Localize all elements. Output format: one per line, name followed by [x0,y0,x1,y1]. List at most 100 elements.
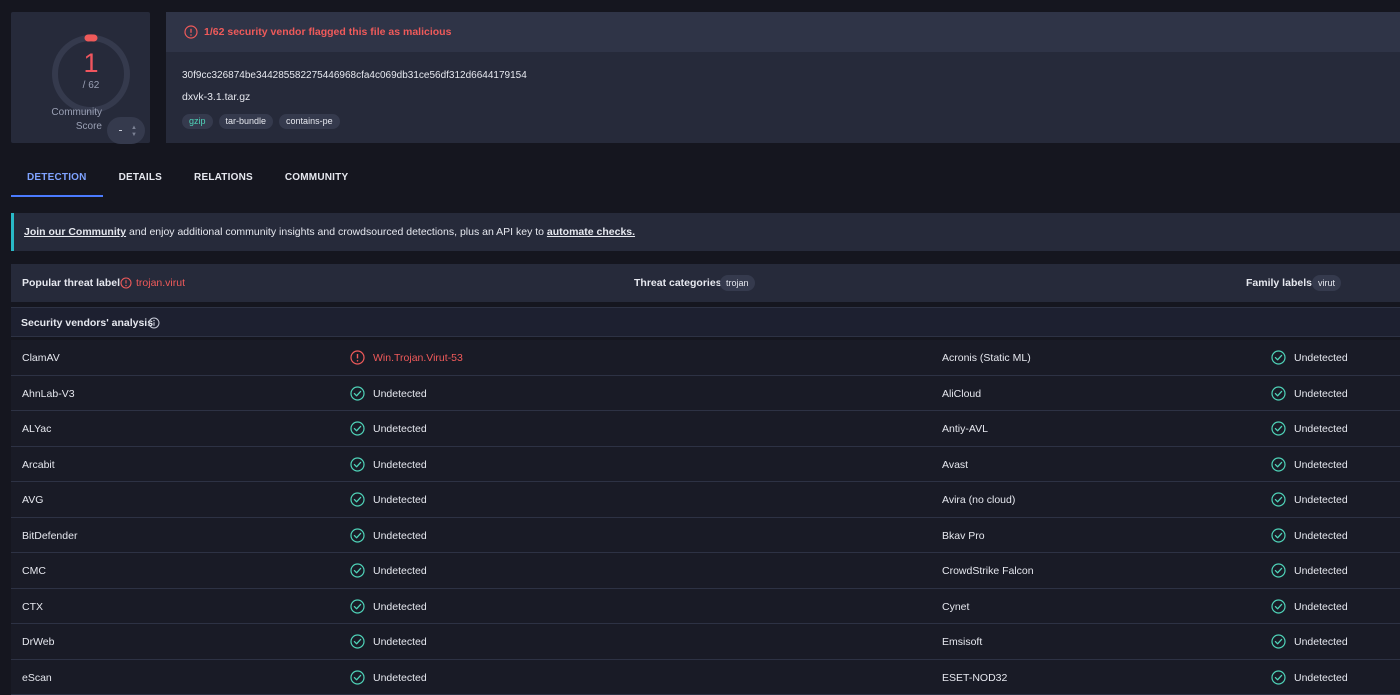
vendor-result: Undetected [1294,671,1348,684]
tab-detection[interactable]: DETECTION [11,160,103,197]
community-vote-control[interactable]: ▲ ▼ [107,117,145,144]
banner-text: Join our Community and enjoy additional … [24,226,636,238]
check-circle-icon [1271,598,1286,614]
check-circle-icon [350,385,365,401]
table-row: AhnLab-V3 Undetected AliCloud Undetected [11,375,1400,411]
vendor-result: Undetected [373,671,427,684]
vote-up-icon[interactable]: ▲ [131,125,137,131]
vendor-result: Undetected [373,529,427,542]
community-score-value [119,130,122,131]
vendor-result: Undetected [1294,387,1348,400]
vendor-result: Undetected [1294,636,1348,648]
vendor-result: Undetected [373,636,427,648]
tag-tar-bundle[interactable]: tar-bundle [218,114,274,129]
tag-gzip[interactable]: gzip [182,114,213,129]
table-row: ClamAV Win.Trojan.Virut-53 Acronis (Static… [11,340,1400,376]
table-row: CTX Undetected Cynet Undetected [11,588,1400,624]
threat-categories-label: Threat categories [634,277,722,289]
file-tags: gzip tar-bundle contains-pe [182,114,340,129]
check-circle-icon [1271,563,1286,578]
vendor-name: Arcabit [22,458,55,471]
vendor-name: CrowdStrike Falcon [942,565,1034,577]
vendors-analysis-title: Security vendors' analysis [21,317,154,329]
vote-down-icon[interactable]: ▼ [131,132,137,138]
vendor-name: AliCloud [942,387,982,400]
report-tabs: DETECTION DETAILS RELATIONS COMMUNITY [11,160,364,197]
popular-threat-label: Popular threat label [22,277,121,289]
vendor-name: BitDefender [22,529,78,542]
vendor-name: CMC [22,565,46,577]
vendor-name: Avast [942,458,969,471]
threat-category-badge[interactable]: trojan [720,275,755,291]
popular-threat-value[interactable]: trojan.virut [136,277,185,289]
table-row: eScan Undetected ESET-NOD32 Undetected [11,659,1400,695]
table-row: ALYac Undetected Antiy-AVL Undetected [11,411,1400,447]
join-community-link[interactable]: Join our Community [24,226,126,238]
check-circle-icon [1271,492,1286,507]
detection-score-card: 1 / 62 Community Score ▲ ▼ [11,12,150,144]
file-info-card: 1/62 security vendor flagged this file a… [166,12,1400,143]
table-row: AVG Undetected Avira (no cloud) Undetected [11,482,1400,518]
vendor-name: Bkav Pro [942,529,985,542]
exclamation-circle-icon [350,350,365,365]
vendor-name: AVG [22,494,44,506]
check-circle-icon [350,563,365,578]
vendor-name: Emsisoft [942,636,983,648]
check-circle-icon [1271,456,1286,472]
detections-count: 1 [83,48,99,78]
alert-text: 1/62 security vendor flagged this file a… [204,26,452,38]
vendor-result: Undetected [373,423,427,435]
vendor-name: eScan [22,671,52,684]
vendor-result: Undetected [1294,352,1348,364]
check-circle-icon [350,421,365,436]
file-hash[interactable]: 30f9cc326874be344285582275446968cfa4c069… [182,70,527,81]
check-circle-icon [350,634,365,649]
info-circle-icon[interactable] [148,317,160,329]
threat-summary: Popular threat label trojan.virut Threat… [11,264,1400,302]
vendor-name: Avira (no cloud) [942,494,1016,506]
vendor-name: ALYac [22,423,52,435]
check-circle-icon [350,669,365,685]
tab-relations[interactable]: RELATIONS [178,160,269,197]
check-circle-icon [1271,350,1286,365]
vendor-result: Undetected [1294,565,1348,577]
vendor-result: Undetected [1294,600,1348,613]
check-circle-icon [1271,385,1286,401]
check-circle-icon [350,598,365,614]
table-row: BitDefender Undetected Bkav Pro Undetected [11,517,1400,553]
tag-contains-pe[interactable]: contains-pe [279,114,340,129]
detections-total: / 62 [82,80,100,91]
vendor-name: Cynet [942,600,970,613]
check-circle-icon [350,492,365,507]
tab-community[interactable]: COMMUNITY [269,160,364,197]
vendor-name: CTX [22,600,43,613]
malicious-alert: 1/62 security vendor flagged this file a… [166,12,1400,52]
check-circle-icon [1271,421,1286,436]
vendor-result: Undetected [1294,423,1348,435]
check-circle-icon [1271,634,1286,649]
vendor-result: Undetected [373,600,427,613]
check-circle-icon [350,527,365,543]
automate-checks-link[interactable]: automate checks. [547,226,635,238]
vendor-name: ClamAV [22,352,60,364]
family-label-badge[interactable]: virut [1312,275,1342,291]
vendor-name: DrWeb [22,636,55,648]
vendor-result: Undetected [373,458,427,471]
vendors-table: ClamAV Win.Trojan.Virut-53 Acronis (Static… [11,340,1400,695]
vendor-name: Acronis (Static ML) [942,352,1031,364]
tab-details[interactable]: DETAILS [103,160,178,197]
vendor-result: Undetected [373,565,427,577]
vendor-result: Undetected [1294,458,1348,471]
vendor-name: ESET-NOD32 [942,671,1008,684]
vendors-analysis-header: Security vendors' analysis [11,307,1400,337]
vendor-result: Undetected [1294,529,1348,542]
exclamation-circle-icon [184,25,198,39]
table-row: CMC Undetected CrowdStrike Falcon Undetecte… [11,553,1400,589]
file-name: dxvk-3.1.tar.gz [182,91,251,103]
table-row: Arcabit Undetected Avast Undetected [11,446,1400,482]
vendor-result: Undetected [373,494,427,506]
community-banner: Join our Community and enjoy additional … [11,213,1400,251]
community-score-label: Community Score [51,107,102,132]
vendor-result: Win.Trojan.Virut-53 [373,352,463,364]
vendor-name: Antiy-AVL [942,423,988,435]
